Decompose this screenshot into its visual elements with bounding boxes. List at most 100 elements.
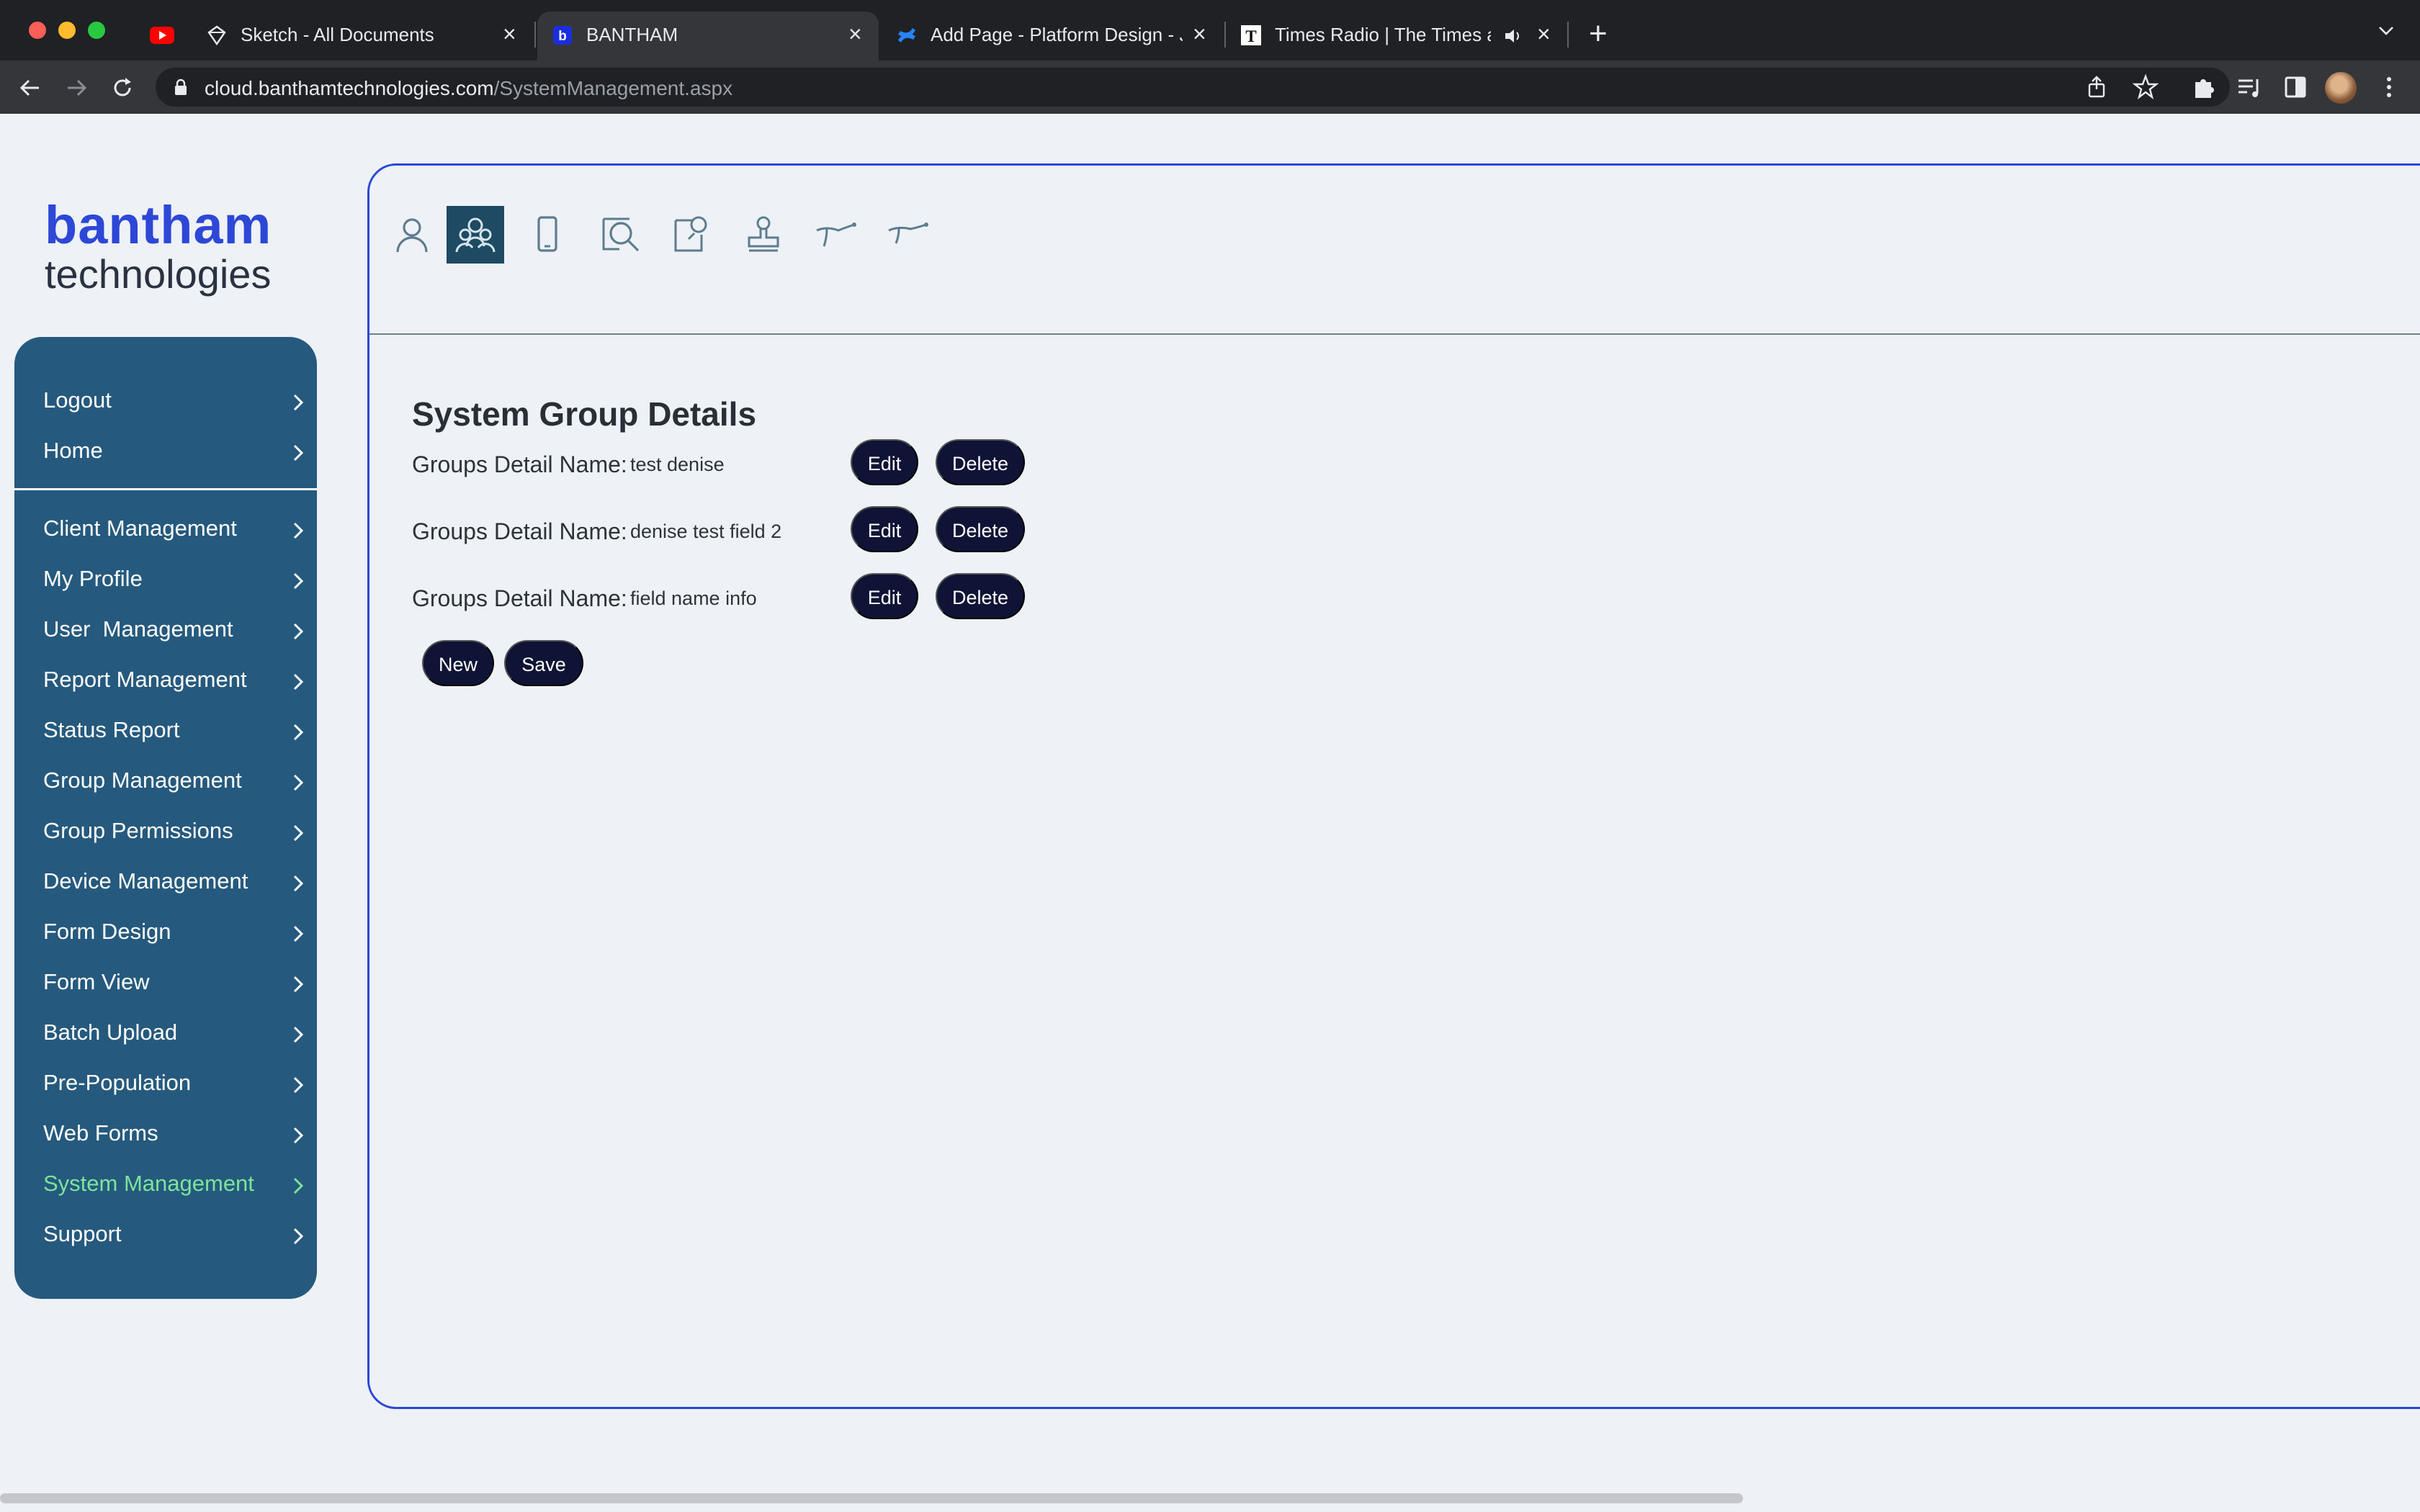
chevron-right-icon	[293, 724, 304, 741]
sidebar-item-label: User Management	[43, 616, 233, 642]
edit-button[interactable]: Edit	[851, 439, 918, 485]
speaker-icon[interactable]	[1504, 27, 1523, 45]
address-bar[interactable]: cloud.banthamtechnologies.com/SystemMana…	[156, 68, 2230, 107]
sidebar-item-client-management[interactable]: Client Management	[43, 510, 304, 550]
maximize-window-button[interactable]	[88, 22, 105, 39]
sidebar-item-label: Client Management	[43, 516, 237, 541]
reload-icon[interactable]	[109, 75, 135, 101]
search-document-icon	[602, 217, 640, 252]
tab-title: Add Page - Platform Design - J	[931, 24, 1183, 45]
edit-button[interactable]: Edit	[851, 573, 918, 619]
edit-document-icon-button[interactable]	[663, 206, 720, 264]
group-detail-label: Groups Detail Name:	[412, 585, 627, 611]
browser-tab-bantham[interactable]: b BANTHAM ×	[537, 12, 879, 60]
sidebar-item-device-management[interactable]: Device Management	[43, 863, 304, 903]
sidebar-item-label: Logout	[43, 387, 112, 413]
forward-arrow-icon[interactable]	[63, 75, 89, 101]
close-tab-icon[interactable]: ×	[1537, 21, 1551, 48]
close-tab-icon[interactable]: ×	[503, 21, 516, 48]
sidebar-item-form-design[interactable]: Form Design	[43, 913, 304, 953]
sidebar-item-label: Home	[43, 438, 103, 463]
profile-avatar[interactable]	[2325, 72, 2357, 104]
chevron-down-icon[interactable]	[2377, 22, 2396, 40]
chevron-right-icon	[293, 1026, 304, 1043]
sidebar-item-web-forms[interactable]: Web Forms	[43, 1115, 304, 1155]
sidebar-item-logout[interactable]: Logout	[43, 382, 304, 422]
side-panel-icon[interactable]	[2282, 73, 2309, 101]
sidebar-item-my-profile[interactable]: My Profile	[43, 560, 304, 600]
close-tab-icon[interactable]: ×	[1193, 21, 1206, 48]
sidebar-item-home[interactable]: Home	[43, 432, 304, 472]
edit-button[interactable]: Edit	[851, 506, 918, 552]
chevron-right-icon	[293, 1076, 304, 1094]
chevron-right-icon	[293, 824, 304, 842]
youtube-pinned-tab-icon[interactable]	[150, 27, 174, 44]
group-icon	[455, 217, 496, 253]
sidebar-item-pre-population[interactable]: Pre-Population	[43, 1064, 304, 1104]
lock-icon[interactable]	[174, 78, 187, 96]
bantham-logo[interactable]: bantham technologies	[45, 199, 272, 296]
chevron-right-icon	[293, 623, 304, 640]
browser-toolbar: cloud.banthamtechnologies.com/SystemMana…	[0, 60, 2420, 114]
sidebar-item-label: My Profile	[43, 566, 143, 591]
mobile-device-icon-button[interactable]	[519, 206, 576, 264]
tab-title: Sketch - All Documents	[241, 24, 434, 45]
back-arrow-icon[interactable]	[17, 75, 43, 101]
tab-title: Times Radio | The Times ar	[1275, 24, 1491, 45]
share-icon[interactable]	[2083, 73, 2110, 101]
group-detail-label: Groups Detail Name:	[412, 451, 627, 477]
sidebar-item-system-management[interactable]: System Management	[43, 1165, 304, 1205]
sidebar-item-group-management[interactable]: Group Management	[43, 762, 304, 802]
reading-list-icon[interactable]	[2236, 73, 2263, 101]
sidebar-item-batch-upload[interactable]: Batch Upload	[43, 1014, 304, 1054]
minimize-window-button[interactable]	[58, 22, 76, 39]
sidebar-item-label: Device Management	[43, 868, 248, 894]
tab-title: BANTHAM	[586, 24, 678, 45]
sidebar-item-report-management[interactable]: Report Management	[43, 661, 304, 701]
svg-text:b: b	[558, 29, 567, 44]
logo-wordmark: bantham	[45, 195, 272, 255]
browser-tab-sketch[interactable]: Sketch - All Documents ×	[206, 12, 523, 60]
branch-alt-icon-button[interactable]	[879, 206, 936, 264]
save-button[interactable]: Save	[504, 640, 583, 686]
delete-button[interactable]: Delete	[936, 439, 1025, 485]
chevron-right-icon	[293, 444, 304, 462]
stamp-icon-button[interactable]	[735, 206, 792, 264]
delete-button[interactable]: Delete	[936, 506, 1025, 552]
sidebar-item-label: Form View	[43, 969, 150, 994]
close-tab-icon[interactable]: ×	[848, 21, 862, 48]
group-detail-value: field name info	[630, 588, 757, 609]
group-icon-button[interactable]	[447, 206, 504, 264]
tab-divider	[1567, 22, 1569, 48]
sidebar-item-group-permissions[interactable]: Group Permissions	[43, 812, 304, 852]
group-detail-value: denise test field 2	[630, 521, 782, 542]
new-button[interactable]: New	[422, 640, 494, 686]
extensions-puzzle-icon[interactable]	[2190, 73, 2217, 101]
chevron-right-icon	[293, 1177, 304, 1194]
section-title: System Group Details	[412, 395, 757, 433]
bantham-b-icon: b	[553, 26, 572, 45]
close-window-button[interactable]	[29, 22, 46, 39]
bookmark-star-icon[interactable]	[2132, 73, 2159, 101]
tab-divider	[534, 22, 536, 48]
edit-document-icon	[674, 216, 707, 252]
delete-button[interactable]: Delete	[936, 573, 1025, 619]
horizontal-scrollbar[interactable]	[0, 1493, 1743, 1503]
sidebar-item-form-view[interactable]: Form View	[43, 963, 304, 1004]
more-menu-icon[interactable]	[2375, 73, 2403, 101]
sidebar-item-status-report[interactable]: Status Report	[43, 711, 304, 752]
search-document-icon-button[interactable]	[591, 206, 648, 264]
group-detail-row: Groups Detail Name: test denise Edit Del…	[412, 437, 1060, 487]
svg-text:T: T	[1245, 27, 1256, 45]
sidebar-item-support[interactable]: Support	[43, 1215, 304, 1256]
branch-icon-button[interactable]	[807, 206, 864, 264]
browser-tab-times-radio[interactable]: T Times Radio | The Times ar ×	[1240, 12, 1557, 60]
chevron-right-icon	[293, 394, 304, 411]
sidebar-item-user-management[interactable]: User Management	[43, 611, 304, 651]
browser-tab-confluence[interactable]: Add Page - Platform Design - J ×	[896, 12, 1213, 60]
user-icon-button[interactable]	[383, 206, 441, 264]
confluence-icon	[898, 28, 915, 42]
chevron-right-icon	[293, 673, 304, 690]
branch-icon	[816, 222, 856, 247]
new-tab-button[interactable]: +	[1589, 16, 1608, 52]
